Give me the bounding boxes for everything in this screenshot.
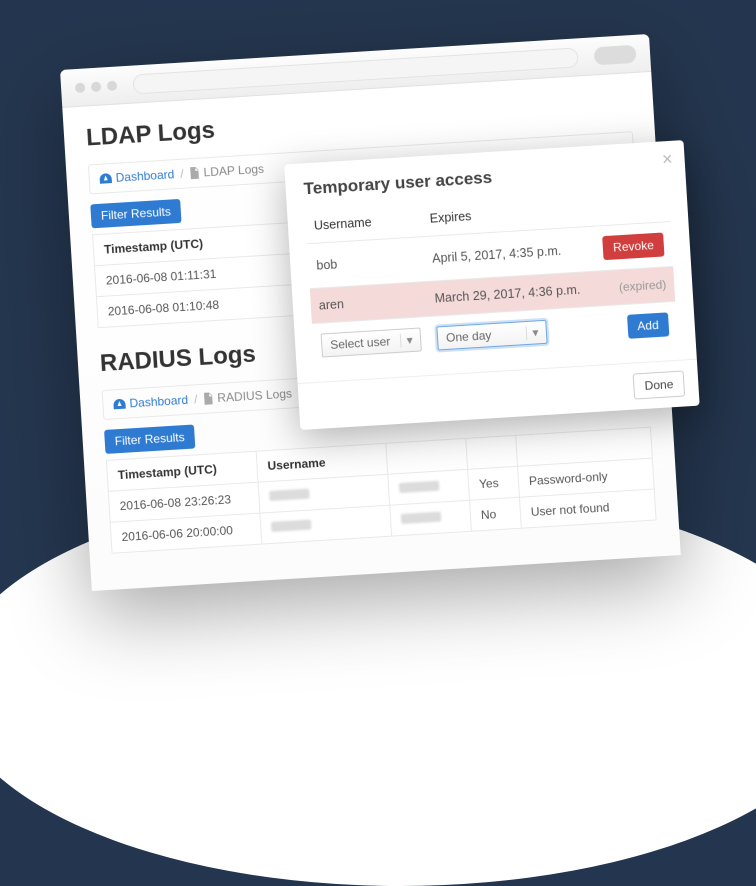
redacted-value xyxy=(399,481,440,493)
breadcrumb-current: RADIUS Logs xyxy=(203,386,292,405)
col-blank xyxy=(386,438,468,474)
done-button[interactable]: Done xyxy=(633,370,685,399)
redacted-value xyxy=(271,520,312,532)
col-auth xyxy=(466,435,518,469)
traffic-light-icon xyxy=(91,81,102,92)
cell-duration-select: One day ▾ xyxy=(428,306,602,361)
traffic-light-icon xyxy=(75,82,86,93)
user-select[interactable]: Select user ▾ xyxy=(321,327,422,357)
chevron-down-icon: ▾ xyxy=(526,325,541,340)
redacted-value xyxy=(269,489,310,501)
filter-results-button[interactable]: Filter Results xyxy=(90,199,181,228)
temporary-access-modal: × Temporary user access Username Expires… xyxy=(284,140,699,430)
revoke-button[interactable]: Revoke xyxy=(602,232,664,260)
document-icon xyxy=(189,167,200,180)
breadcrumb-current-label: LDAP Logs xyxy=(203,162,264,180)
breadcrumb-current-label: RADIUS Logs xyxy=(217,386,292,405)
document-icon xyxy=(203,392,214,405)
dashboard-icon xyxy=(99,173,112,184)
breadcrumb-dashboard-label: Dashboard xyxy=(115,167,174,185)
stage: LDAP Logs Dashboard / LDAP Logs Filter R… xyxy=(60,31,731,591)
cell-username: bob xyxy=(307,237,426,289)
browser-menu-button[interactable] xyxy=(594,44,637,65)
add-button[interactable]: Add xyxy=(627,312,670,338)
cell-user-select: Select user ▾ xyxy=(312,317,431,368)
duration-select-label: One day xyxy=(446,328,492,345)
redacted-value xyxy=(401,512,442,524)
cell-blank xyxy=(390,500,472,536)
cell-action: Revoke xyxy=(594,222,673,272)
close-icon[interactable]: × xyxy=(661,149,673,171)
user-select-label: Select user xyxy=(330,334,391,352)
col-action xyxy=(592,187,671,226)
cell-username xyxy=(260,505,392,544)
breadcrumb-dashboard[interactable]: Dashboard xyxy=(99,167,174,186)
breadcrumb-current: LDAP Logs xyxy=(189,162,264,181)
filter-results-button[interactable]: Filter Results xyxy=(104,424,195,453)
cell-auth-yes: Yes xyxy=(468,466,520,500)
traffic-light-icon xyxy=(107,80,118,91)
breadcrumb-dashboard[interactable]: Dashboard xyxy=(113,393,188,412)
dashboard-icon xyxy=(113,399,126,410)
breadcrumb-separator: / xyxy=(180,167,184,181)
breadcrumb-dashboard-label: Dashboard xyxy=(129,393,188,411)
chevron-down-icon: ▾ xyxy=(400,333,415,348)
cell-auth-no: No xyxy=(470,497,522,531)
breadcrumb-separator: / xyxy=(194,392,198,406)
access-table: Username Expires bob April 5, 2017, 4:35… xyxy=(305,187,678,368)
expired-badge: (expired) xyxy=(619,277,667,294)
cell-action: (expired) xyxy=(597,266,676,306)
duration-select[interactable]: One day ▾ xyxy=(436,320,547,351)
cell-add: Add xyxy=(599,301,678,350)
cell-blank xyxy=(388,469,470,505)
